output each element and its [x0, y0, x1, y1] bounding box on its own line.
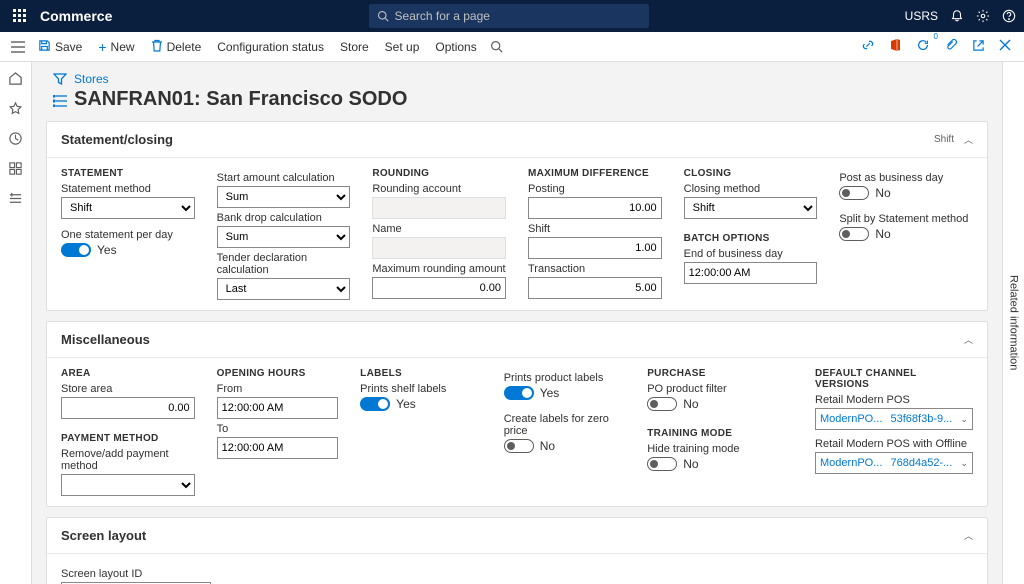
options-button[interactable]: Options [429, 37, 482, 57]
posting-input[interactable] [528, 197, 662, 219]
hours-to-input[interactable] [217, 437, 339, 459]
closing-method-select[interactable]: Shift [684, 197, 818, 219]
rounding-account-input[interactable] [372, 197, 506, 219]
refresh-icon[interactable]: 0 [911, 35, 935, 58]
settings-icon[interactable] [976, 9, 990, 23]
home-icon[interactable] [6, 68, 26, 88]
chevron-up-icon[interactable]: ︿ [964, 529, 973, 542]
modern-pos-offline-select[interactable]: ModernPO...768d4a52-...⌄ [815, 452, 973, 474]
office-icon[interactable] [884, 35, 907, 58]
statement-method-select[interactable]: Shift [61, 197, 195, 219]
training-mode-toggle[interactable] [647, 457, 677, 471]
screen-layout-header[interactable]: Screen layout ︿ [47, 518, 987, 554]
po-filter-toggle[interactable] [647, 397, 677, 411]
rounding-name-input[interactable] [372, 237, 506, 259]
config-status-button[interactable]: Configuration status [211, 37, 330, 57]
popout-icon[interactable] [967, 36, 990, 58]
split-statement-toggle[interactable] [839, 227, 869, 241]
search-command-icon[interactable] [487, 37, 506, 56]
command-bar: Save +New Delete Configuration status St… [0, 32, 1024, 62]
transaction-input[interactable] [528, 277, 662, 299]
start-amount-select[interactable]: Sum [217, 186, 351, 208]
new-button[interactable]: +New [92, 36, 140, 58]
max-rounding-input[interactable] [372, 277, 506, 299]
global-search[interactable]: Search for a page [369, 4, 649, 28]
search-placeholder: Search for a page [395, 9, 490, 23]
delete-button[interactable]: Delete [145, 36, 208, 58]
app-launcher-icon[interactable] [8, 4, 32, 28]
page-title: SANFRAN01: San Francisco SODO [74, 88, 407, 111]
modern-pos-select[interactable]: ModernPO...53f68f3b-9...⌄ [815, 408, 973, 430]
content-pane: Stores SANFRAN01: San Francisco SODO Sta… [32, 62, 1002, 584]
left-nav-rail [0, 62, 32, 584]
one-statement-toggle[interactable] [61, 243, 91, 257]
close-icon[interactable] [994, 36, 1016, 57]
recent-icon[interactable] [6, 128, 26, 148]
help-icon[interactable] [1002, 9, 1016, 23]
statement-section: Statement/closing Shift︿ STATEMENT State… [46, 121, 988, 311]
hours-from-input[interactable] [217, 397, 339, 419]
eob-input[interactable] [684, 262, 818, 284]
setup-button[interactable]: Set up [379, 37, 426, 57]
filter-icon[interactable] [53, 72, 67, 89]
shift-input[interactable] [528, 237, 662, 259]
list-icon[interactable] [53, 95, 67, 110]
product-labels-toggle[interactable] [504, 386, 534, 400]
tender-decl-select[interactable]: Last [217, 278, 351, 300]
notifications-icon[interactable] [950, 9, 964, 23]
store-button[interactable]: Store [334, 37, 375, 57]
save-button[interactable]: Save [32, 36, 88, 58]
payment-method-select[interactable] [61, 474, 195, 496]
brand-name: Commerce [40, 8, 112, 24]
related-info-tab[interactable]: Related information [1008, 275, 1020, 370]
shelf-labels-toggle[interactable] [360, 397, 390, 411]
post-business-day-toggle[interactable] [839, 186, 869, 200]
link-icon[interactable] [856, 35, 880, 58]
statement-header[interactable]: Statement/closing Shift︿ [47, 122, 987, 158]
breadcrumb[interactable]: Stores [74, 72, 407, 86]
favorite-icon[interactable] [6, 98, 26, 118]
modules-icon[interactable] [6, 188, 26, 208]
user-label[interactable]: USRS [905, 9, 938, 23]
bank-drop-select[interactable]: Sum [217, 226, 351, 248]
misc-section: Miscellaneous ︿ AREA Store area PAYMENT … [46, 321, 988, 507]
workspace-icon[interactable] [6, 158, 26, 178]
right-rail[interactable]: Related information [1002, 62, 1024, 584]
screen-layout-section: Screen layout ︿ Screen layout ID F3CSH [46, 517, 988, 584]
store-area-input[interactable] [61, 397, 195, 419]
misc-header[interactable]: Miscellaneous ︿ [47, 322, 987, 358]
topbar: Commerce Search for a page USRS [0, 0, 1024, 32]
zero-price-toggle[interactable] [504, 439, 534, 453]
chevron-up-icon[interactable]: ︿ [964, 333, 973, 346]
menu-toggle[interactable] [8, 38, 28, 56]
chevron-up-icon[interactable]: ︿ [964, 133, 973, 146]
attach-icon[interactable] [939, 35, 963, 58]
